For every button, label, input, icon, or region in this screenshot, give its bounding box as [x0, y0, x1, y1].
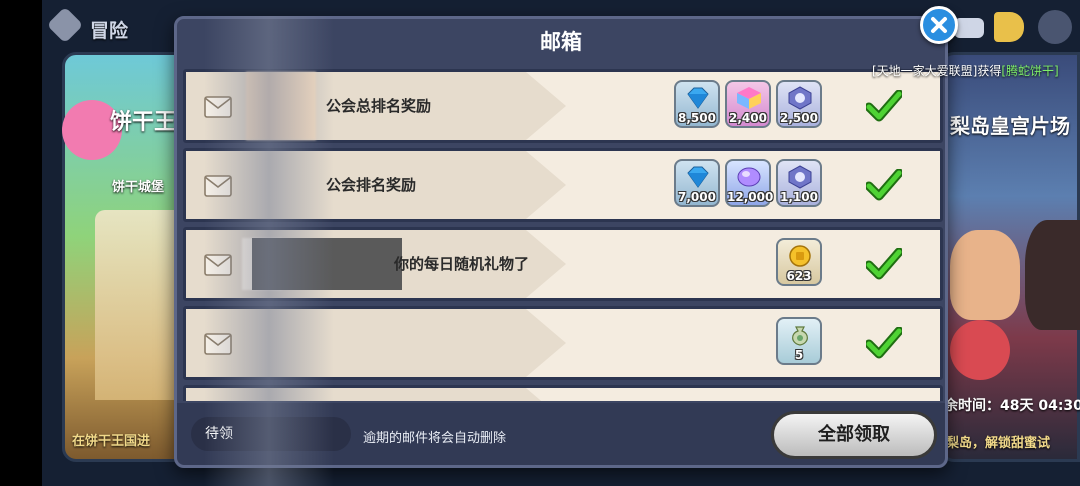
gold-coin-icon [789, 245, 811, 267]
character-decoration [950, 320, 1010, 380]
mail-title: 公会总排名奖励 [326, 97, 432, 115]
character-decoration [950, 230, 1020, 320]
reward-count: 2,500 [780, 111, 818, 125]
mail-icon[interactable] [954, 18, 984, 38]
broadcast-prefix: [天地一家大爱联盟]获得 [872, 64, 1002, 78]
screen-edge [0, 0, 42, 486]
money-bag-icon [792, 326, 808, 346]
mail-title: 公会排名奖励 [326, 176, 417, 194]
check-icon [866, 248, 902, 280]
gear-token-icon [788, 165, 812, 189]
crystal-icon [737, 167, 761, 187]
left-bottom-text: 在饼干王国进 [72, 434, 151, 449]
reward-count: 8,500 [678, 111, 716, 125]
adventure-icon[interactable] [46, 6, 84, 44]
reward-count: 12,000 [727, 190, 774, 204]
reward-item[interactable]: 8,500 [674, 80, 720, 128]
right-bottom-text: 梨岛，解锁甜蜜试 [946, 436, 1051, 451]
close-icon [931, 17, 947, 33]
broadcast-message: [天地一家大爱联盟]获得[腾蛇饼干] [872, 62, 1059, 79]
reward-item[interactable]: 12,000 [725, 159, 774, 207]
reward-item[interactable]: 5 [776, 317, 822, 365]
reward-item[interactable]: 623 [776, 238, 822, 286]
reward-count: 1,100 [780, 190, 818, 204]
right-banner-title: 梨岛皇宫片场 [950, 114, 1070, 138]
mail-title: 你的每日随机礼物了 [394, 255, 530, 273]
expiry-note: 逾期的邮件将会自动删除 [363, 431, 507, 446]
megaphone-icon[interactable] [994, 12, 1024, 42]
left-banner-title: 饼干王 [110, 110, 177, 135]
reward-count: 623 [786, 269, 812, 283]
reward-count: 7,000 [678, 190, 716, 204]
reward-item[interactable]: 2,400 [725, 80, 771, 128]
broadcast-highlight: [腾蛇饼干] [1001, 64, 1059, 78]
adventure-label[interactable]: 冒险 [90, 16, 128, 43]
left-banner-subtitle: 饼干城堡 [112, 180, 165, 195]
gear-token-icon [788, 86, 812, 110]
close-button[interactable] [920, 6, 958, 44]
rainbow-cube-icon [737, 87, 761, 109]
close-circle-icon[interactable] [1038, 10, 1072, 44]
reward-item[interactable]: 1,100 [776, 159, 822, 207]
check-icon [866, 327, 902, 359]
diamond-icon [687, 87, 709, 109]
reward-count: 5 [794, 348, 804, 362]
check-icon [866, 90, 902, 122]
redacted-overlay [204, 16, 334, 486]
diamond-icon [687, 166, 709, 188]
reward-item[interactable]: 2,500 [776, 80, 822, 128]
reward-count: 2,400 [729, 111, 767, 125]
reward-item[interactable]: 7,000 [674, 159, 720, 207]
check-icon [866, 169, 902, 201]
character-decoration [1025, 220, 1080, 330]
claim-all-button[interactable]: 全部领取 [771, 411, 937, 459]
right-timer: 余时间：48天 04:30 [944, 398, 1080, 414]
